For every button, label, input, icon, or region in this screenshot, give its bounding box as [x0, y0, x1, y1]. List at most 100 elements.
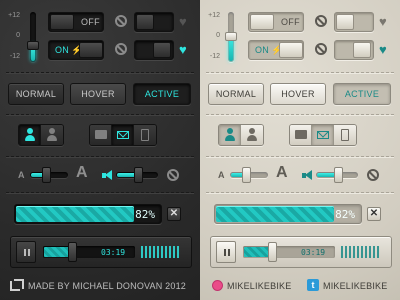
heart-icon[interactable]: ♥: [379, 15, 387, 28]
pause-button[interactable]: [216, 241, 236, 263]
seek-bar-knob[interactable]: [68, 242, 77, 262]
twitter-icon[interactable]: t: [307, 279, 319, 291]
divider: [206, 114, 394, 115]
chat-icon: [95, 130, 107, 139]
toggle-knob[interactable]: [279, 42, 303, 58]
on-toggle-switch[interactable]: ON ⚡: [48, 40, 104, 60]
heart-icon-active[interactable]: ♥: [179, 43, 187, 56]
divider: [206, 192, 394, 193]
mail-segment-active[interactable]: [312, 125, 334, 145]
font-size-slider[interactable]: [30, 167, 68, 183]
speaker-icon: [302, 170, 312, 180]
off-toggle-switch[interactable]: OFF: [248, 12, 304, 32]
toggle-knob[interactable]: [250, 14, 274, 30]
contact-segmented-control: [289, 124, 357, 146]
vertical-volume-knob[interactable]: [27, 41, 39, 50]
pause-button[interactable]: [16, 241, 36, 263]
toggle-off-label: OFF: [281, 17, 300, 27]
progress-bar-fill: [216, 206, 334, 222]
phone-segment[interactable]: [134, 125, 156, 145]
volume-bars-icon[interactable]: [141, 246, 181, 258]
volume-scale-mid: 0: [216, 32, 220, 39]
volume-scale-bottom: -12: [9, 53, 20, 60]
progress-percent: 82%: [135, 208, 155, 221]
user-segment-active[interactable]: [219, 125, 241, 145]
toggle-knob[interactable]: [50, 14, 74, 30]
font-size-slider-knob[interactable]: [242, 167, 251, 183]
progress-percent: 82%: [335, 208, 355, 221]
divider: [206, 72, 394, 73]
vertical-volume-slider[interactable]: [225, 12, 237, 62]
toggle-knob[interactable]: [136, 14, 154, 30]
normal-button[interactable]: NORMAL: [8, 83, 64, 105]
speaker-icon: [102, 170, 112, 180]
phone-segment[interactable]: [334, 125, 356, 145]
divider: [6, 72, 194, 73]
font-size-slider[interactable]: [230, 167, 268, 183]
user-segment[interactable]: [241, 125, 263, 145]
toggle-knob[interactable]: [336, 14, 354, 30]
toggle-knob[interactable]: [153, 42, 171, 58]
progress-bar: 82%: [14, 204, 162, 224]
user-segmented-control: [218, 124, 264, 146]
divider: [6, 156, 194, 157]
mail-icon: [117, 131, 129, 139]
volume-slider-knob[interactable]: [334, 167, 343, 183]
active-button[interactable]: ACTIVE: [333, 83, 391, 105]
font-size-small-icon: A: [218, 170, 225, 180]
playback-time: 03:19: [101, 248, 126, 257]
toggle-on-label: ON: [55, 45, 70, 55]
volume-slider[interactable]: [116, 167, 158, 183]
off-toggle-switch[interactable]: OFF: [48, 12, 104, 32]
user-icon: [247, 128, 257, 142]
playback-time: 03:19: [301, 248, 326, 257]
toggle-knob[interactable]: [353, 42, 371, 58]
cancel-progress-button[interactable]: ✕: [167, 207, 181, 221]
font-size-small-icon: A: [18, 170, 25, 180]
credit-text: MADE BY MICHAEL DONOVAN 2012: [28, 281, 186, 291]
font-size-slider-knob[interactable]: [42, 167, 51, 183]
icon-toggle-switch-off[interactable]: [334, 12, 374, 32]
volume-bars-icon[interactable]: [341, 246, 381, 258]
user-icon: [25, 128, 35, 142]
on-toggle-switch[interactable]: ON ⚡: [248, 40, 304, 60]
user-segmented-control: [18, 124, 64, 146]
active-button[interactable]: ACTIVE: [133, 83, 191, 105]
vertical-volume-knob[interactable]: [225, 32, 237, 41]
no-entry-icon: [115, 43, 127, 55]
seek-bar-knob[interactable]: [268, 242, 277, 262]
mute-icon[interactable]: [367, 169, 379, 181]
icon-toggle-switch-off[interactable]: [134, 12, 174, 32]
icon-toggle-switch-on[interactable]: [134, 40, 174, 60]
dark-theme-panel: +12 0 -12 OFF ON ⚡ ♥ ♥ NORMAL HOVER ACTI…: [0, 0, 200, 300]
hover-button[interactable]: HOVER: [270, 83, 326, 105]
heart-icon[interactable]: ♥: [179, 15, 187, 28]
mute-icon[interactable]: [167, 169, 179, 181]
no-entry-icon: [115, 15, 127, 27]
audio-player: 03:19: [210, 236, 392, 268]
toggle-on-label: ON: [255, 45, 270, 55]
user-segment[interactable]: [41, 125, 63, 145]
cancel-progress-button[interactable]: ✕: [367, 207, 381, 221]
vertical-volume-slider[interactable]: [27, 12, 39, 62]
toggle-knob[interactable]: [79, 42, 103, 58]
twitter-username[interactable]: MIKELIKEBIKE: [323, 281, 387, 291]
dribbble-username[interactable]: MIKELIKEBIKE: [227, 281, 291, 291]
audio-player: 03:19: [10, 236, 192, 268]
normal-button[interactable]: NORMAL: [208, 83, 264, 105]
user-segment-active[interactable]: [19, 125, 41, 145]
volume-scale-top: +12: [208, 12, 220, 19]
progress-bar: 82%: [214, 204, 362, 224]
volume-slider[interactable]: [316, 167, 358, 183]
heart-icon-active[interactable]: ♥: [379, 43, 387, 56]
dribbble-icon[interactable]: [212, 280, 223, 291]
icon-toggle-switch-on[interactable]: [334, 40, 374, 60]
chat-segment[interactable]: [90, 125, 112, 145]
mail-icon: [317, 131, 329, 139]
hover-button[interactable]: HOVER: [70, 83, 126, 105]
chat-segment[interactable]: [290, 125, 312, 145]
volume-scale-bottom: -12: [209, 53, 220, 60]
user-icon: [47, 128, 57, 142]
volume-slider-knob[interactable]: [134, 167, 143, 183]
mail-segment-active[interactable]: [112, 125, 134, 145]
